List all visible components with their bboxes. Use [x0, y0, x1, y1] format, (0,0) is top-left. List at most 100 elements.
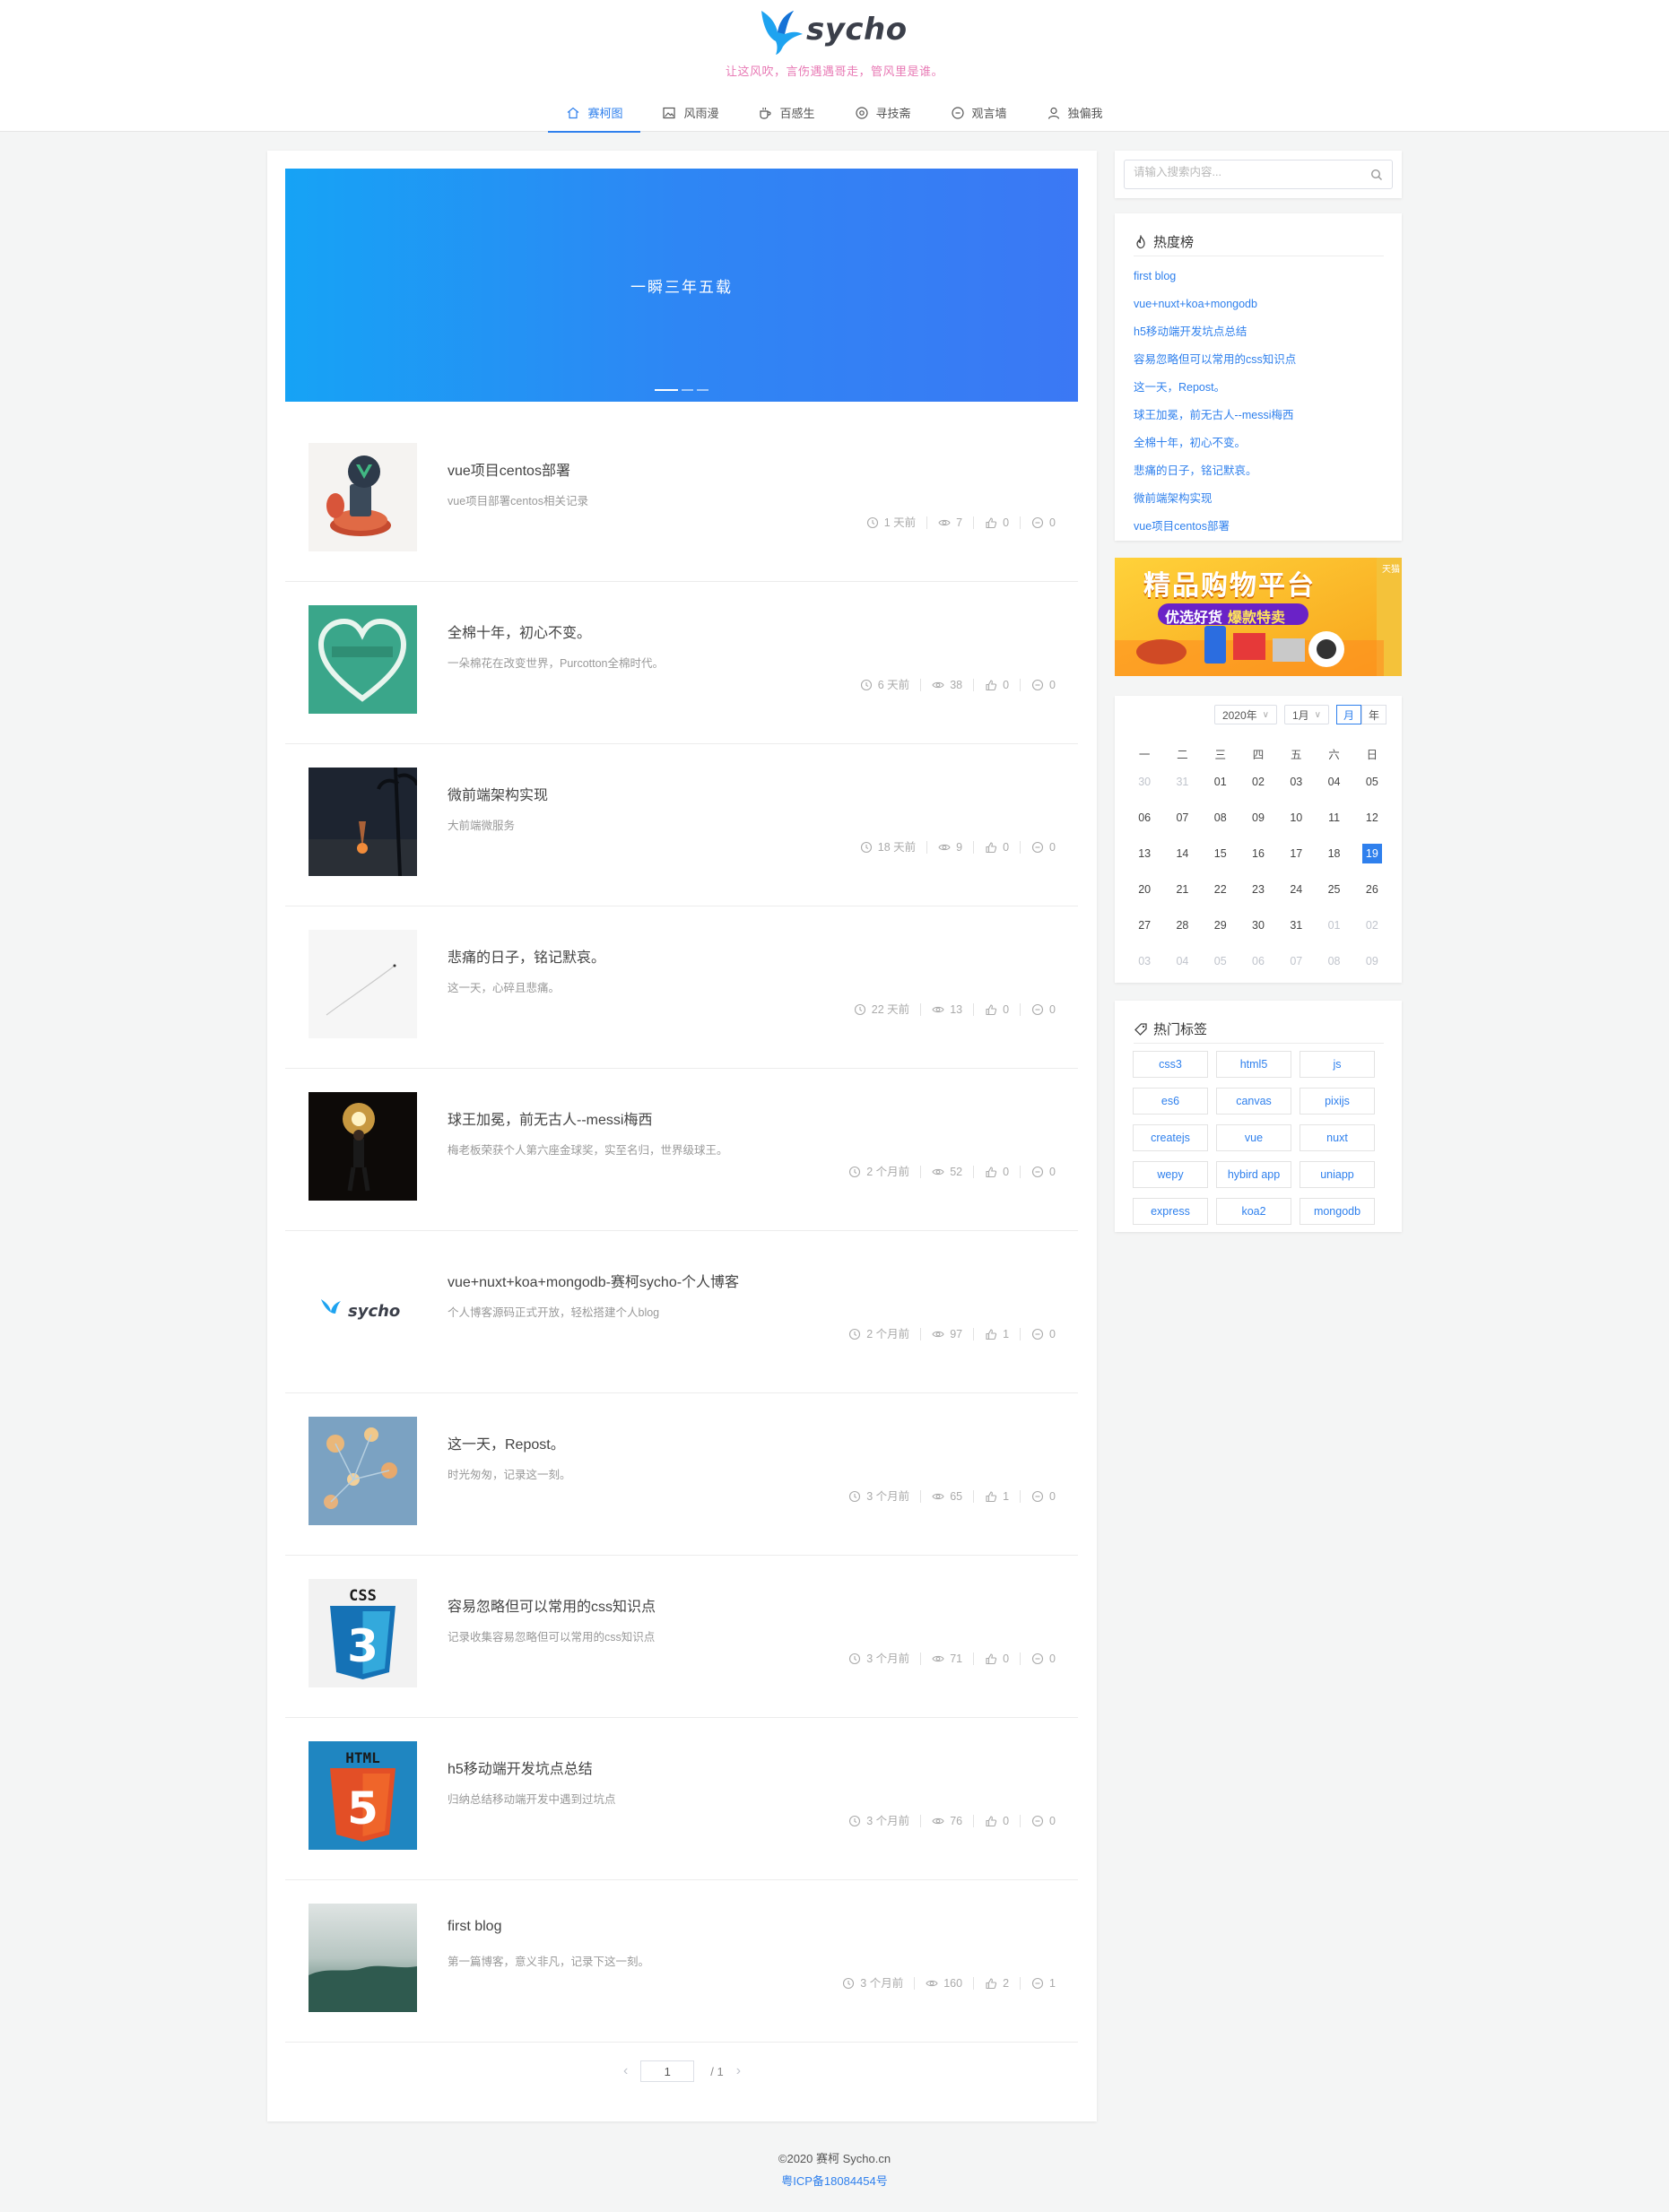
article-title[interactable]: 容易忽略但可以常用的css知识点	[448, 1594, 656, 1616]
month-select[interactable]: 1月 ∨	[1283, 705, 1329, 724]
meta-likes[interactable]: 1	[974, 1328, 1021, 1340]
article-thumbnail[interactable]: sycho	[309, 1254, 417, 1363]
calendar-day[interactable]: 31	[1277, 907, 1315, 943]
calendar-day[interactable]: 06	[1239, 943, 1277, 979]
article-thumbnail[interactable]	[309, 1417, 417, 1525]
calendar-day[interactable]: 16	[1239, 836, 1277, 872]
calendar-day[interactable]: 05	[1202, 943, 1239, 979]
article-item[interactable]: HTML 5 h5移动端开发坑点总结 归纳总结移动端开发中遇到过坑点 3 个月前 76 0 0	[285, 1718, 1078, 1880]
calendar-day[interactable]: 05	[1353, 764, 1391, 800]
calendar-day[interactable]: 09	[1239, 800, 1277, 836]
calendar-day[interactable]: 28	[1163, 907, 1201, 943]
calendar-day[interactable]: 24	[1277, 872, 1315, 907]
tag-chip[interactable]: vue	[1216, 1124, 1291, 1151]
calendar-day[interactable]: 01	[1315, 907, 1352, 943]
calendar-day[interactable]: 21	[1163, 872, 1201, 907]
calendar-day-today[interactable]: 19	[1353, 836, 1391, 872]
article-item[interactable]: CSS 3 容易忽略但可以常用的css知识点 记录收集容易忽略但可以常用的css知识点…	[285, 1556, 1078, 1718]
article-item[interactable]: 球王加冕，前无古人--messi梅西 梅老板荣获个人第六座金球奖，实至名归，世界级…	[285, 1069, 1078, 1231]
nav-item-5[interactable]: 独偏我	[1029, 93, 1121, 132]
article-title[interactable]: 微前端架构实现	[448, 783, 548, 804]
calendar-day[interactable]: 09	[1353, 943, 1391, 979]
tag-chip[interactable]: css3	[1133, 1051, 1208, 1078]
hot-ranking-item[interactable]: first blog	[1134, 263, 1296, 291]
calendar-day[interactable]: 29	[1202, 907, 1239, 943]
carousel-dot[interactable]	[697, 389, 708, 391]
hot-ranking-item[interactable]: 全棉十年，初心不变。	[1134, 429, 1296, 457]
calendar-day[interactable]: 30	[1239, 907, 1277, 943]
meta-likes[interactable]: 0	[974, 1652, 1021, 1665]
hot-ranking-item[interactable]: 悲痛的日子，铭记默哀。	[1134, 457, 1296, 485]
calendar-day[interactable]: 11	[1315, 800, 1352, 836]
calendar-day[interactable]: 22	[1202, 872, 1239, 907]
prev-page-button[interactable]: ‹	[623, 2063, 628, 2079]
article-title[interactable]: 球王加冕，前无古人--messi梅西	[448, 1107, 652, 1129]
tag-chip[interactable]: nuxt	[1300, 1124, 1375, 1151]
article-title[interactable]: h5移动端开发坑点总结	[448, 1757, 593, 1778]
search-input[interactable]	[1134, 166, 1358, 178]
article-item[interactable]: 全棉十年，初心不变。 一朵棉花在改变世界，Purcotton全棉时代。 6 天前 38…	[285, 582, 1078, 744]
nav-item-4[interactable]: 观言墙	[933, 93, 1025, 132]
calendar-day[interactable]: 12	[1353, 800, 1391, 836]
article-title[interactable]: first blog	[448, 1919, 501, 1935]
tag-chip[interactable]: wepy	[1133, 1161, 1208, 1188]
calendar-day[interactable]: 02	[1239, 764, 1277, 800]
article-item[interactable]: 悲痛的日子，铭记默哀。 这一天，心碎且悲痛。 22 天前 13 0 0	[285, 906, 1078, 1069]
year-mode-button[interactable]: 年	[1361, 705, 1386, 724]
meta-likes[interactable]: 0	[974, 1003, 1021, 1016]
calendar-day[interactable]: 08	[1202, 800, 1239, 836]
nav-item-2[interactable]: 百感生	[740, 93, 832, 132]
search-icon[interactable]	[1370, 169, 1383, 181]
article-thumbnail[interactable]	[309, 443, 417, 551]
tag-chip[interactable]: es6	[1133, 1088, 1208, 1115]
tag-chip[interactable]: canvas	[1216, 1088, 1291, 1115]
calendar-day[interactable]: 31	[1163, 764, 1201, 800]
calendar-day[interactable]: 03	[1126, 943, 1163, 979]
article-item[interactable]: vue项目centos部署 vue项目部署centos相关记录 1 天前 7 0 0	[285, 420, 1078, 582]
article-title[interactable]: vue+nuxt+koa+mongodb-赛柯sycho-个人博客	[448, 1270, 739, 1291]
article-item[interactable]: 微前端架构实现 大前端微服务 18 天前 9 0 0	[285, 744, 1078, 906]
nav-item-0[interactable]: 赛柯图	[548, 93, 641, 133]
ad-banner[interactable]: 精品购物平台 优选好货 爆款特卖 天猫	[1115, 558, 1402, 676]
hot-ranking-item[interactable]: vue项目centos部署	[1134, 513, 1296, 541]
calendar-day[interactable]: 08	[1315, 943, 1352, 979]
calendar-day[interactable]: 30	[1126, 764, 1163, 800]
calendar-day[interactable]: 02	[1353, 907, 1391, 943]
article-thumbnail[interactable]	[309, 605, 417, 714]
carousel-dot[interactable]	[655, 389, 678, 391]
nav-item-3[interactable]: 寻技斋	[837, 93, 929, 132]
calendar-day[interactable]: 13	[1126, 836, 1163, 872]
calendar-day[interactable]: 17	[1277, 836, 1315, 872]
month-mode-button[interactable]: 月	[1336, 705, 1361, 724]
meta-likes[interactable]: 2	[974, 1977, 1021, 1990]
tag-chip[interactable]: koa2	[1216, 1198, 1291, 1225]
meta-likes[interactable]: 0	[974, 841, 1021, 854]
tag-chip[interactable]: uniapp	[1300, 1161, 1375, 1188]
article-item[interactable]: first blog 第一篇博客，意义非凡，记录下这一刻。 3 个月前 160 2 1	[285, 1880, 1078, 2043]
calendar-day[interactable]: 15	[1202, 836, 1239, 872]
calendar-day[interactable]: 23	[1239, 872, 1277, 907]
calendar-day[interactable]: 25	[1315, 872, 1352, 907]
page-input[interactable]	[640, 2060, 695, 2082]
meta-likes[interactable]: 0	[974, 1815, 1021, 1827]
article-thumbnail[interactable]	[309, 768, 417, 876]
next-page-button[interactable]: ›	[736, 2063, 741, 2079]
carousel-dot[interactable]	[682, 389, 693, 391]
year-select[interactable]: 2020年 ∨	[1213, 705, 1277, 724]
article-title[interactable]: 悲痛的日子，铭记默哀。	[448, 945, 605, 967]
calendar-day[interactable]: 20	[1126, 872, 1163, 907]
calendar-day[interactable]: 07	[1163, 800, 1201, 836]
hot-ranking-item[interactable]: 球王加冕，前无古人--messi梅西	[1134, 402, 1296, 429]
calendar-day[interactable]: 01	[1202, 764, 1239, 800]
icp-link[interactable]: 粤ICP备18084454号	[0, 2172, 1669, 2189]
calendar-day[interactable]: 04	[1315, 764, 1352, 800]
tag-chip[interactable]: html5	[1216, 1051, 1291, 1078]
hot-ranking-item[interactable]: 容易忽略但可以常用的css知识点	[1134, 346, 1296, 374]
calendar-day[interactable]: 10	[1277, 800, 1315, 836]
hot-ranking-item[interactable]: h5移动端开发坑点总结	[1134, 318, 1296, 346]
hot-ranking-item[interactable]: 微前端架构实现	[1134, 485, 1296, 513]
article-item[interactable]: sycho vue+nuxt+koa+mongodb-赛柯sycho-个人博客 个人…	[285, 1231, 1078, 1393]
tag-chip[interactable]: hybird app	[1216, 1161, 1291, 1188]
meta-likes[interactable]: 0	[974, 679, 1021, 691]
hot-ranking-item[interactable]: vue+nuxt+koa+mongodb	[1134, 291, 1296, 318]
